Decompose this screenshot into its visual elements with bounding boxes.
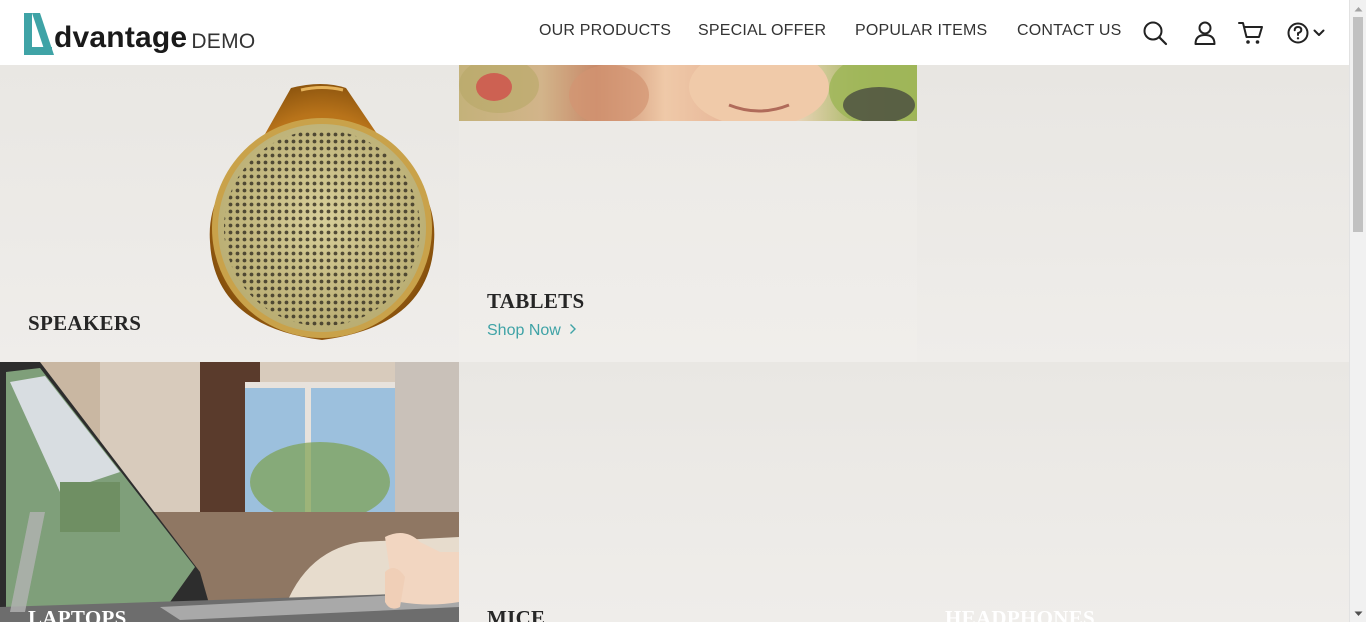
site-header: dvantage DEMO OUR PRODUCTS SPECIAL OFFER… [0,0,1349,65]
category-tile-mice[interactable]: MICE [459,362,917,622]
category-tile-empty [917,65,1349,362]
page-scrollbar[interactable] [1349,0,1366,622]
logo-mark-icon [22,11,56,57]
shop-now-link[interactable]: Shop Now [487,322,577,340]
category-title-mice: MICE [487,606,546,622]
search-icon[interactable] [1141,19,1169,47]
brand-logo[interactable]: dvantage DEMO [22,9,256,57]
category-title-tablets: TABLETS [487,289,585,313]
scroll-up-arrow-icon[interactable] [1350,0,1366,17]
category-title-speakers: SPEAKERS [28,311,142,335]
user-icon[interactable] [1191,19,1219,47]
shop-now-label: Shop Now [487,322,561,340]
chevron-right-icon [569,322,577,340]
category-title-headphones: HEADPHONES [945,606,1096,622]
nav-contact-us[interactable]: CONTACT US [1017,22,1122,40]
category-tile-headphones[interactable]: HEADPHONES [917,362,1349,622]
brand-suffix: DEMO [191,30,256,53]
nav-popular-items[interactable]: POPULAR ITEMS [855,22,987,40]
scrollbar-thumb[interactable] [1353,17,1363,232]
category-tile-tablets[interactable]: TABLETS Shop Now [459,65,917,362]
nav-our-products[interactable]: OUR PRODUCTS [539,22,671,40]
category-tile-speakers[interactable]: SPEAKERS [0,65,459,362]
laptops-image [0,362,459,622]
speaker-image [206,82,438,344]
nav-special-offer[interactable]: SPECIAL OFFER [698,22,826,40]
category-title-laptops: LAPTOPS [28,606,127,622]
tablets-image [459,65,917,127]
scroll-down-arrow-icon[interactable] [1350,605,1366,622]
category-tile-laptops[interactable]: LAPTOPS [0,362,459,622]
brand-name: dvantage [54,21,188,54]
cart-icon[interactable] [1237,19,1265,47]
chevron-down-icon[interactable] [1308,19,1330,47]
